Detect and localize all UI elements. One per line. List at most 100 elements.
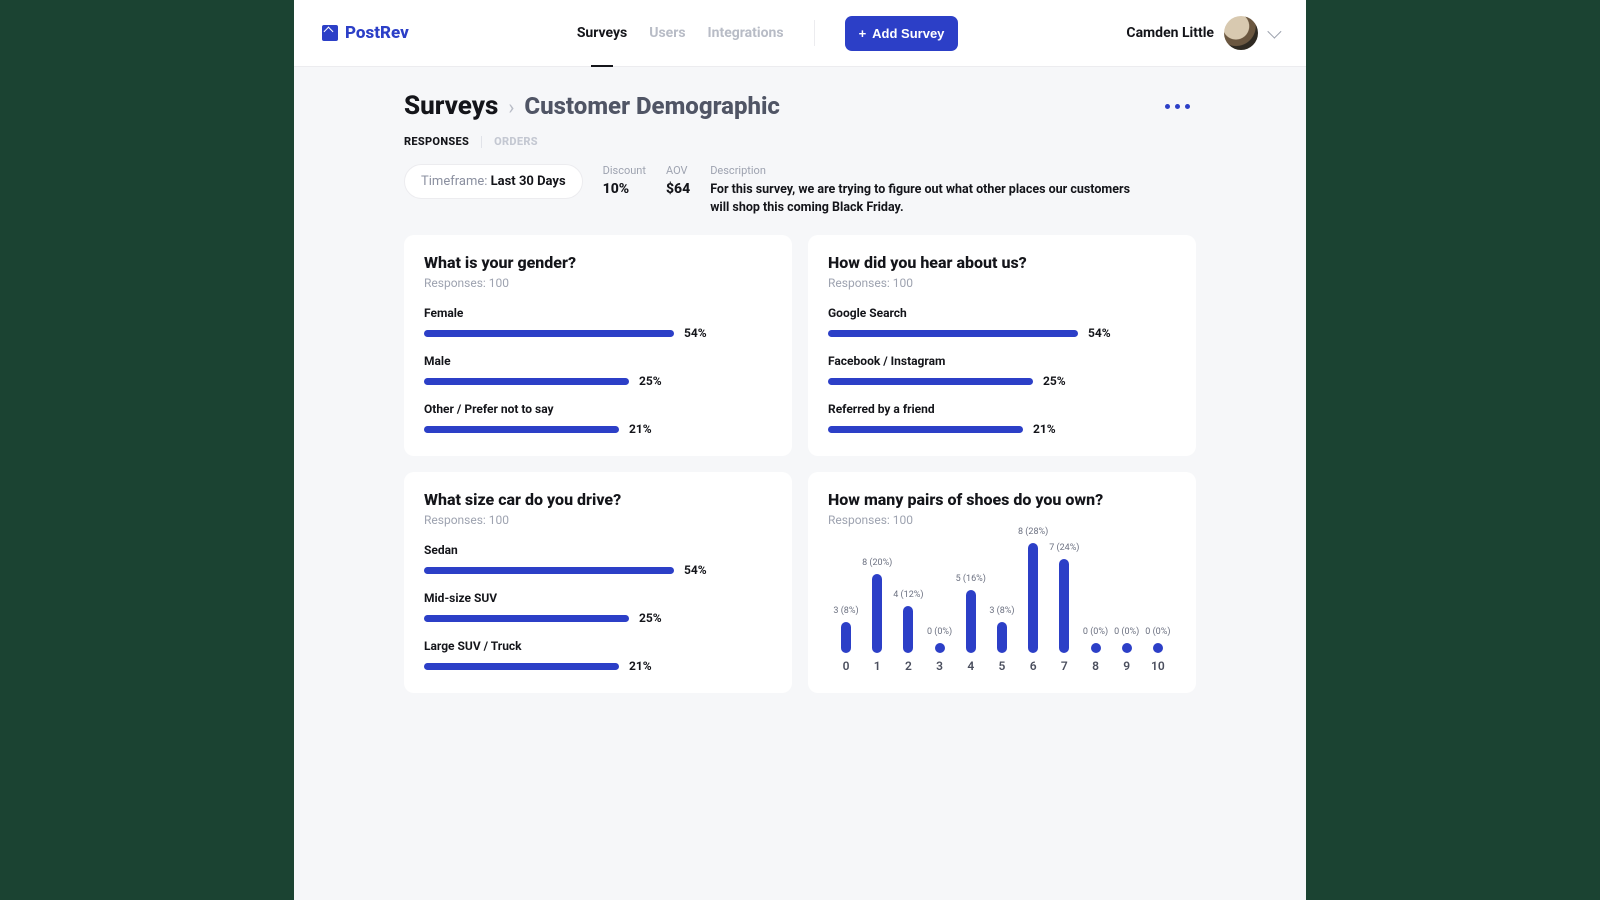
hbar-fill: [424, 378, 629, 385]
hist-x-label: 9: [1123, 659, 1130, 673]
card-question-gender: What is your gender? Responses: 100 Fema…: [404, 235, 792, 456]
hbar-chart: Sedan 54% Mid-size SUV 25% Large SUV / Truck…: [424, 543, 772, 673]
hbar-line: 21%: [828, 422, 1176, 436]
hbar-label: Large SUV / Truck: [424, 639, 772, 653]
hist-x-label: 2: [905, 659, 912, 673]
user-name: Camden Little: [1126, 25, 1214, 41]
hist-bar: [935, 643, 945, 653]
hist-x-label: 1: [874, 659, 881, 673]
hbar-row: Female54%: [424, 306, 772, 340]
question-responses: Responses: 100: [828, 276, 1176, 290]
hist-col: 3 (8%)5: [988, 606, 1016, 673]
hist-value-label: 3 (8%): [833, 606, 858, 616]
subtab-responses[interactable]: RESPONSES: [404, 135, 469, 148]
hbar-chart: Female54%Male25%Other / Prefer not to sa…: [424, 306, 772, 436]
hbar-label: Other / Prefer not to say: [424, 402, 772, 416]
breadcrumb-leaf: Customer Demographic: [524, 92, 780, 120]
timeframe-selector[interactable]: Timeframe: Last 30 Days: [404, 164, 583, 199]
hist-x-label: 4: [967, 659, 974, 673]
hist-bar: [1153, 643, 1163, 653]
histogram-chart: 3 (8%)08 (20%)14 (12%)20 (0%)35 (16%)43 …: [828, 533, 1176, 673]
hist-bar: [1059, 559, 1069, 653]
hbar-label: Referred by a friend: [828, 402, 1176, 416]
timeframe-value: Last 30 Days: [491, 174, 566, 189]
hist-col: 0 (0%) 8: [1082, 627, 1110, 673]
nav-users[interactable]: Users: [649, 0, 685, 66]
hist-bar: [872, 574, 882, 653]
hist-value-label: 3 (8%): [989, 606, 1014, 616]
breadcrumb-root[interactable]: Surveys: [404, 91, 498, 121]
hbar-fill: [828, 426, 1023, 433]
main-nav: Surveys Users Integrations + Add Survey: [577, 0, 959, 66]
hist-col: 8 (28%)6: [1019, 527, 1047, 673]
hbar-row: Facebook / Instagram 25%: [828, 354, 1176, 388]
hbar-fill: [424, 567, 674, 574]
hist-col: 7 (24%) 7: [1050, 543, 1078, 673]
nav-surveys[interactable]: Surveys: [577, 0, 627, 66]
hist-value-label: 0 (0%): [1114, 627, 1139, 637]
hbar-chart: Google Search54%Facebook / Instagram25%R…: [828, 306, 1176, 436]
hbar-pct: 25%: [639, 611, 673, 625]
hist-bar: [997, 622, 1007, 653]
hbar-label: Sedan: [424, 543, 772, 557]
hist-value-label: 8 (20%): [862, 558, 892, 568]
meta-discount-label: Discount: [603, 164, 646, 177]
timeframe-label: Timeframe:: [421, 174, 487, 189]
hist-col: 4 (12%) 2: [894, 590, 922, 673]
hist-x-label: 3: [936, 659, 943, 673]
dot-icon: [1165, 104, 1170, 109]
hbar-fill: [424, 426, 619, 433]
hist-bar: [966, 590, 976, 653]
brand-logo-icon: [322, 25, 338, 41]
cards-grid: What is your gender? Responses: 100 Fema…: [404, 235, 1196, 693]
meta-aov-label: AOV: [666, 164, 690, 177]
hbar-line: 54%: [424, 326, 772, 340]
hbar-pct: 21%: [629, 659, 663, 673]
hist-x-label: 6: [1030, 659, 1037, 673]
hbar-pct: 54%: [684, 563, 718, 577]
hist-col: 0 (0%) 9: [1113, 627, 1141, 673]
hbar-label: Mid-size SUV: [424, 591, 772, 605]
hbar-row: Other / Prefer not to say 21%: [424, 402, 772, 436]
hbar-row: Mid-size SUV 25%: [424, 591, 772, 625]
hbar-line: 25%: [828, 374, 1176, 388]
hist-value-label: 7 (24%): [1049, 543, 1079, 553]
hist-value-label: 4 (12%): [893, 590, 923, 600]
add-survey-label: Add Survey: [872, 26, 944, 41]
brand-name: PostRev: [345, 23, 409, 43]
dot-icon: [1175, 104, 1180, 109]
hist-col: 8 (20%) 1: [863, 558, 891, 673]
subtab-divider: [481, 136, 482, 148]
hist-x-label: 8: [1092, 659, 1099, 673]
subtab-orders[interactable]: ORDERS: [494, 135, 538, 148]
chevron-down-icon: [1267, 25, 1281, 39]
meta-discount-value: 10%: [603, 181, 646, 197]
hbar-fill: [424, 330, 674, 337]
meta-aov-value: $64: [666, 181, 690, 197]
meta-aov: AOV $64: [666, 164, 690, 197]
hbar-label: Facebook / Instagram: [828, 354, 1176, 368]
hbar-pct: 54%: [684, 326, 718, 340]
more-actions-button[interactable]: [1159, 98, 1196, 115]
hbar-fill: [424, 615, 629, 622]
hbar-row: Referred by a friend 21%: [828, 402, 1176, 436]
hbar-line: 25%: [424, 611, 772, 625]
hist-col: 5 (16%) 4: [957, 574, 985, 673]
hist-bar: [1028, 543, 1038, 653]
brand-logo[interactable]: PostRev: [322, 23, 409, 43]
nav-integrations[interactable]: Integrations: [708, 0, 784, 66]
hist-value-label: 5 (16%): [956, 574, 986, 584]
user-menu[interactable]: Camden Little: [1126, 16, 1278, 50]
topbar: PostRev Surveys Users Integrations + Add…: [294, 0, 1306, 67]
question-responses: Responses: 100: [424, 276, 772, 290]
hbar-pct: 21%: [629, 422, 663, 436]
hist-x-label: 7: [1061, 659, 1068, 673]
meta-discount: Discount 10%: [603, 164, 646, 197]
add-survey-button[interactable]: + Add Survey: [845, 16, 959, 51]
card-question-hear: How did you hear about us? Responses: 10…: [808, 235, 1196, 456]
hbar-line: 25%: [424, 374, 772, 388]
hbar-pct: 21%: [1033, 422, 1067, 436]
hbar-fill: [828, 330, 1078, 337]
dot-icon: [1185, 104, 1190, 109]
hist-value-label: 0 (0%): [1083, 627, 1108, 637]
